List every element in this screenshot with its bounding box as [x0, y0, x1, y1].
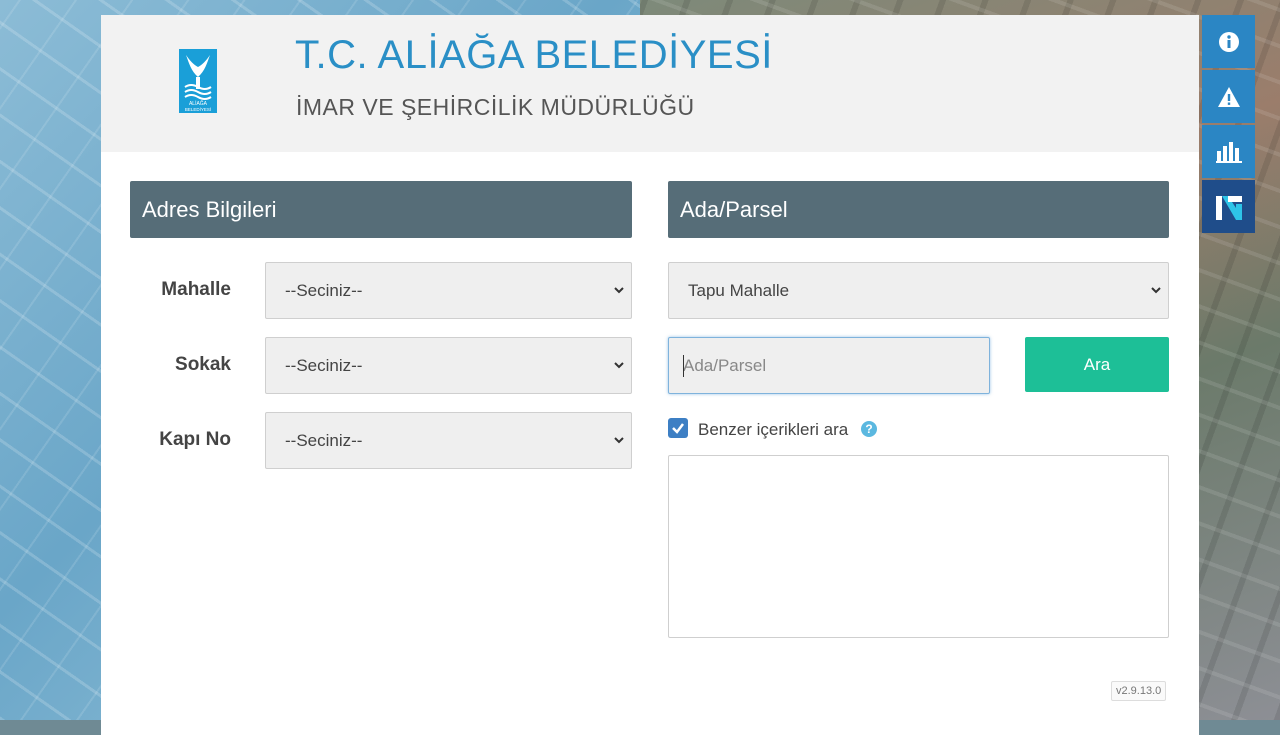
statistics-button[interactable]	[1202, 125, 1255, 178]
address-panel-header: Adres Bilgileri	[130, 181, 632, 238]
page-title: T.C. ALİAĞA BELEDİYESİ	[295, 33, 773, 77]
info-button[interactable]	[1202, 15, 1255, 68]
chevron-down-icon	[614, 287, 624, 294]
chevron-down-icon	[614, 437, 624, 444]
ada-parsel-input[interactable]: Ada/Parsel	[668, 337, 990, 394]
logo-text-line1: ALİAĞA	[189, 100, 208, 107]
chevron-down-icon	[1151, 287, 1161, 294]
warning-button[interactable]	[1202, 70, 1255, 123]
header: ALİAĞA BELEDİYESİ T.C. ALİAĞA BELEDİYESİ…	[101, 15, 1199, 152]
logo-text-line2: BELEDİYESİ	[185, 106, 211, 112]
chevron-down-icon	[614, 362, 624, 369]
text-caret	[683, 355, 684, 377]
search-button[interactable]: Ara	[1025, 337, 1169, 392]
main-card: ALİAĞA BELEDİYESİ T.C. ALİAĞA BELEDİYESİ…	[101, 15, 1199, 735]
help-icon[interactable]: ?	[861, 421, 877, 437]
kapi-no-select-value: --Seciniz--	[285, 431, 363, 450]
info-icon	[1218, 31, 1239, 52]
mahalle-select-value: --Seciniz--	[285, 281, 363, 300]
bar-chart-icon	[1215, 141, 1242, 163]
tapu-mahalle-select[interactable]: Tapu Mahalle	[668, 262, 1169, 319]
warning-icon	[1217, 86, 1240, 107]
kapi-no-select[interactable]: --Seciniz--	[265, 412, 632, 469]
results-box[interactable]	[668, 455, 1169, 638]
municipality-logo: ALİAĞA BELEDİYESİ	[179, 49, 217, 113]
version-badge: v2.9.13.0	[1111, 681, 1167, 701]
sokak-select[interactable]: --Seciniz--	[265, 337, 632, 394]
sokak-select-value: --Seciniz--	[285, 356, 363, 375]
netcad-button[interactable]	[1202, 180, 1255, 233]
mahalle-label: Mahalle	[161, 279, 231, 300]
mahalle-select[interactable]: --Seciniz--	[265, 262, 632, 319]
similar-checkbox[interactable]	[668, 418, 688, 438]
page-subtitle: İMAR VE ŞEHİRCİLİK MÜDÜRLÜĞÜ	[296, 94, 695, 120]
parcel-panel-header: Ada/Parsel	[668, 181, 1169, 238]
checkmark-icon	[672, 423, 684, 434]
ada-parsel-placeholder: Ada/Parsel	[683, 356, 767, 375]
kapi-no-label: Kapı No	[159, 429, 231, 450]
tapu-mahalle-select-value: Tapu Mahalle	[688, 281, 790, 300]
sokak-label: Sokak	[175, 354, 231, 375]
netcad-logo-icon	[1215, 195, 1242, 220]
similar-label: Benzer içerikleri ara	[698, 420, 849, 439]
